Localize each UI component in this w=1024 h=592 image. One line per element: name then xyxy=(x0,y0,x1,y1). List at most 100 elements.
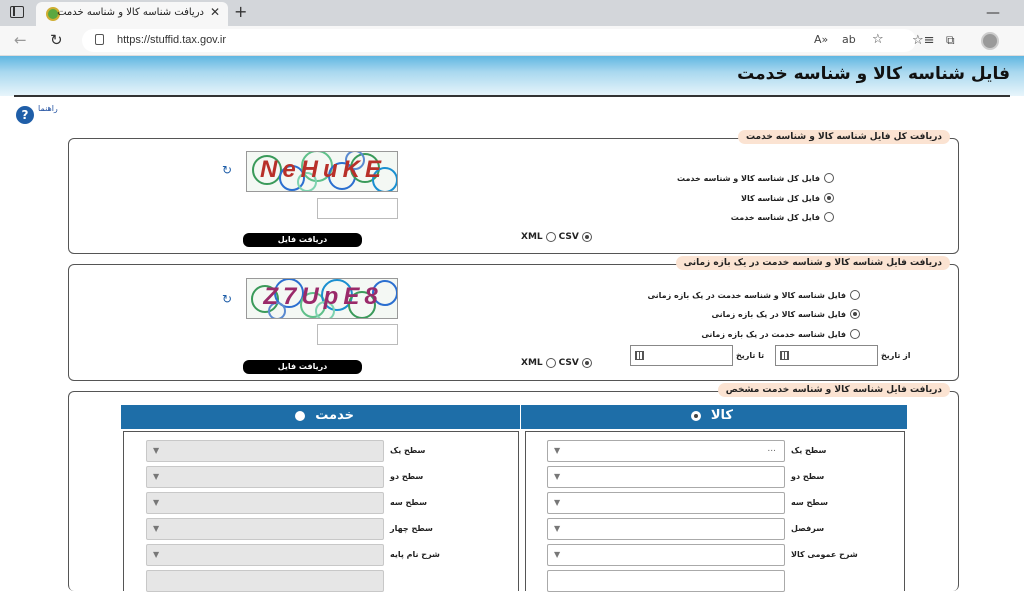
format-xml-label: XML xyxy=(521,232,543,242)
close-tab-icon[interactable]: ✕ xyxy=(210,5,220,19)
profile-avatar[interactable] xyxy=(981,32,999,50)
radio-button-selected[interactable] xyxy=(824,193,834,203)
radio-range-goods[interactable]: فایل شناسه کالا در یک بازه زمانی xyxy=(712,309,860,319)
favorites-list-icon[interactable]: ☆≡ xyxy=(912,33,935,48)
section-full-file: دریافت کل فایل شناسه کالا و شناسه خدمت ف… xyxy=(68,130,959,254)
goods-panel: ▼ ... سطح یک ▼ سطح دو ▼ سطح سه ▼ سرفصل ▼… xyxy=(525,431,905,592)
browser-tab[interactable]: دریافت شناسه کالا و شناسه خدمت ✕ xyxy=(36,2,228,26)
help-question-icon[interactable]: ? xyxy=(16,106,34,124)
tab-title: دریافت شناسه کالا و شناسه خدمت xyxy=(57,7,204,18)
format-csv-label: CSV xyxy=(558,232,579,242)
section-date-range-legend: دریافت فایل شناسه کالا و شناسه خدمت در ی… xyxy=(675,256,950,270)
minimize-window-icon[interactable]: — xyxy=(986,5,1000,21)
service-next-select xyxy=(146,570,384,592)
radio-button[interactable] xyxy=(824,173,834,183)
goods-heading-select[interactable]: ▼ xyxy=(547,518,785,540)
radio-range-services[interactable]: فایل شناسه خدمت در یک بازه زمانی xyxy=(701,329,860,339)
format-xml-radio[interactable] xyxy=(545,358,556,368)
favorite-icon[interactable]: ☆ xyxy=(872,32,884,47)
goods-column-header[interactable]: کالا xyxy=(521,405,907,429)
select-placeholder: ... xyxy=(767,444,776,454)
radio-full-services[interactable]: فایل کل شناسه خدمت xyxy=(731,212,834,222)
chevron-down-icon: ▼ xyxy=(153,524,160,533)
browser-tab-bar: دریافت شناسه کالا و شناسه خدمت ✕ + — xyxy=(0,0,1024,26)
goods-general-desc-select[interactable]: ▼ xyxy=(547,544,785,566)
page-banner: فایل شناسه کالا و شناسه خدمت xyxy=(0,56,1024,96)
service-level2-select: ▼ xyxy=(146,466,384,488)
new-tab-icon[interactable]: + xyxy=(234,2,247,21)
goods-level2-label: سطح دو xyxy=(791,472,825,481)
goods-general-desc-label: شرح عمومی کالا xyxy=(791,550,858,559)
radio-label: فایل شناسه کالا در یک بازه زمانی xyxy=(711,309,846,319)
from-date-label: از تاریخ xyxy=(881,351,911,360)
translate-icon[interactable]: ab xyxy=(842,33,856,46)
service-base-name-label: شرح نام پایه xyxy=(390,550,440,559)
download-range-file-button[interactable]: دریافت فایل xyxy=(243,360,362,374)
goods-level3-select[interactable]: ▼ xyxy=(547,492,785,514)
service-radio[interactable] xyxy=(295,410,306,421)
calendar-icon[interactable] xyxy=(780,351,789,360)
radio-full-goods-services[interactable]: فایل کل شناسه کالا و شناسه خدمت xyxy=(677,173,834,183)
address-bar[interactable]: https://stuffid.tax.gov.ir A» ab ☆ xyxy=(82,29,916,52)
service-header-label: خدمت xyxy=(315,408,354,423)
radio-full-goods[interactable]: فایل کل شناسه کالا xyxy=(741,193,834,203)
tab-actions-icon[interactable] xyxy=(10,6,24,18)
title-divider xyxy=(14,95,1010,97)
reload-icon[interactable]: ↻ xyxy=(50,31,63,49)
chevron-down-icon: ▼ xyxy=(153,550,160,559)
goods-radio[interactable] xyxy=(690,410,701,421)
help-label[interactable]: راهنما xyxy=(38,104,58,113)
chevron-down-icon: ▼ xyxy=(554,498,561,507)
chevron-down-icon: ▼ xyxy=(554,550,561,559)
format-xml-radio[interactable] xyxy=(545,232,556,242)
goods-level1-select[interactable]: ▼ ... xyxy=(547,440,785,462)
lock-icon xyxy=(95,34,104,45)
goods-heading-label: سرفصل xyxy=(791,524,825,533)
radio-button[interactable] xyxy=(850,290,860,300)
radio-label: فایل کل شناسه کالا xyxy=(740,193,820,203)
format-selector: XML CSV xyxy=(521,358,592,368)
download-full-file-button[interactable]: دریافت فایل xyxy=(243,233,362,247)
browser-toolbar: ← ↻ https://stuffid.tax.gov.ir A» ab ☆ ☆… xyxy=(0,26,1024,56)
service-level4-label: سطح چهار xyxy=(390,524,433,533)
section-full-file-legend: دریافت کل فایل شناسه کالا و شناسه خدمت xyxy=(738,130,950,144)
radio-button-selected[interactable] xyxy=(850,309,860,319)
radio-range-goods-services[interactable]: فایل شناسه کالا و شناسه خدمت در یک بازه … xyxy=(648,290,860,300)
radio-button[interactable] xyxy=(824,212,834,222)
back-icon[interactable]: ← xyxy=(14,31,27,49)
service-level1-label: سطح یک xyxy=(390,446,426,455)
captcha-image: Z7UpE8 xyxy=(246,278,398,319)
section-specific: دریافت فایل شناسه کالا و شناسه خدمت مشخص… xyxy=(68,383,959,592)
format-selector: XML CSV xyxy=(521,232,592,242)
captcha-refresh-icon[interactable]: ↻ xyxy=(222,163,232,177)
read-aloud-icon[interactable]: A» xyxy=(814,33,828,46)
page-title: فایل شناسه کالا و شناسه خدمت xyxy=(737,64,1010,84)
service-column-header[interactable]: خدمت xyxy=(121,405,520,429)
radio-button[interactable] xyxy=(850,329,860,339)
chevron-down-icon: ▼ xyxy=(153,498,160,507)
captcha-refresh-icon[interactable]: ↻ xyxy=(222,292,232,306)
chevron-down-icon: ▼ xyxy=(153,446,160,455)
url-text: https://stuffid.tax.gov.ir xyxy=(117,34,227,46)
captcha-input[interactable] xyxy=(317,198,398,219)
radio-label: فایل کل شناسه خدمت xyxy=(730,212,820,222)
service-level2-label: سطح دو xyxy=(390,472,424,481)
captcha-input[interactable] xyxy=(317,324,398,345)
format-csv-radio[interactable] xyxy=(581,358,592,368)
chevron-down-icon: ▼ xyxy=(153,472,160,481)
format-csv-radio[interactable] xyxy=(581,232,592,242)
collections-icon[interactable]: ⧉ xyxy=(946,33,955,48)
goods-level1-label: سطح یک xyxy=(791,446,827,455)
service-base-name-select: ▼ xyxy=(146,544,384,566)
captcha-image: NeHuKE xyxy=(246,151,398,192)
chevron-down-icon: ▼ xyxy=(554,446,561,455)
from-date-input[interactable] xyxy=(775,345,878,366)
to-date-label: تا تاریخ xyxy=(736,351,765,360)
service-level1-select: ▼ xyxy=(146,440,384,462)
goods-next-select[interactable] xyxy=(547,570,785,592)
calendar-icon[interactable] xyxy=(635,351,644,360)
service-level3-label: سطح سه xyxy=(390,498,427,507)
to-date-input[interactable] xyxy=(630,345,733,366)
chevron-down-icon: ▼ xyxy=(554,524,561,533)
goods-level2-select[interactable]: ▼ xyxy=(547,466,785,488)
